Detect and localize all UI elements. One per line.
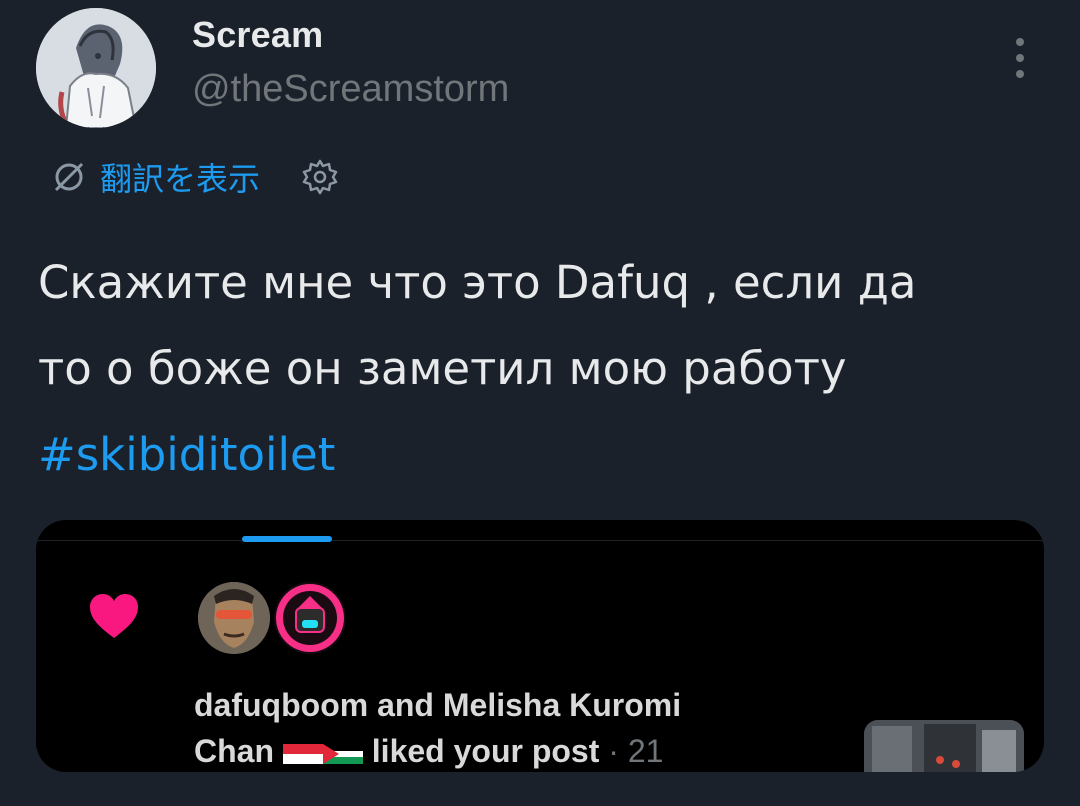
more-options-button[interactable]	[1004, 34, 1036, 82]
notification-time: · 21	[608, 733, 664, 769]
translate-icon	[50, 158, 88, 196]
more-vertical-icon	[1016, 38, 1024, 46]
notification-name: Chan	[194, 733, 274, 769]
liker-avatar	[198, 582, 270, 654]
gear-icon[interactable]	[300, 157, 340, 197]
post-text-line: то о боже он заметил мою работу	[38, 342, 847, 395]
post-text-line: Скажите мне что это Dafuq , если да	[38, 256, 917, 309]
media-divider	[36, 540, 1044, 541]
notification-action: liked your post	[371, 733, 600, 769]
heart-icon	[90, 594, 138, 638]
author-avatar[interactable]	[36, 8, 156, 128]
translate-row: 翻訳を表示	[50, 154, 340, 200]
post-thumbnail	[864, 720, 1024, 772]
tab-indicator	[242, 536, 332, 542]
like-notification-text: dafuqboom and Melisha Kuromi Chan liked …	[194, 682, 834, 772]
flag-indonesia-icon	[282, 743, 323, 764]
hashtag-link[interactable]: #skibiditoilet	[38, 412, 1048, 498]
flag-palestine-icon	[322, 743, 363, 764]
post-text: Скажите мне что это Dafuq , если да то о…	[38, 240, 1048, 498]
notification-line: dafuqboom and Melisha Kuromi	[194, 687, 682, 723]
author-handle[interactable]: @theScreamstorm	[192, 68, 509, 111]
post-media[interactable]: dafuqboom and Melisha Kuromi Chan liked …	[36, 520, 1044, 772]
liker-avatar	[274, 582, 346, 654]
show-translation-link[interactable]: 翻訳を表示	[100, 154, 260, 200]
author-display-name[interactable]: Scream	[192, 14, 323, 56]
